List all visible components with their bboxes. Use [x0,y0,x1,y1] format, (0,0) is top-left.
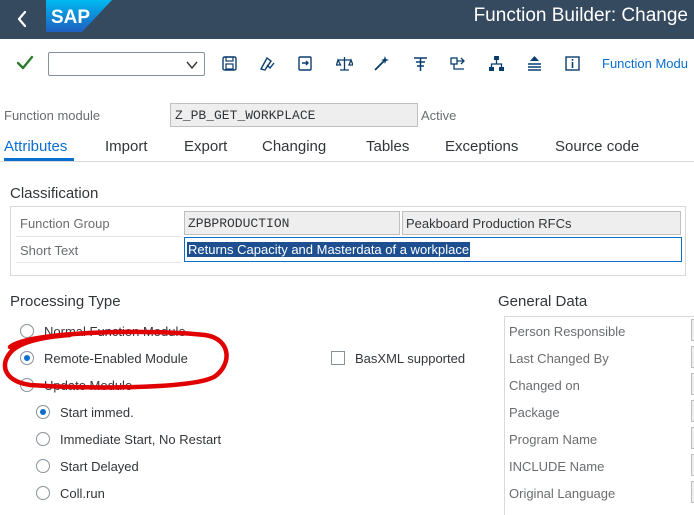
info-icon[interactable] [564,55,581,72]
tab-strip: Attributes Import Export Changing Tables… [0,130,694,162]
short-text-label: Short Text [20,243,79,258]
original-language-label: Original Language [509,486,616,501]
remote-enabled-module-radio[interactable] [20,351,34,365]
general-data-panel: Person Responsible Last Changed By Chang… [504,316,694,515]
start-immediately-label[interactable]: Start immed. [60,405,134,420]
where-used-icon[interactable] [335,55,354,72]
classification-title: Classification [10,185,99,202]
hierarchy-icon[interactable] [488,55,505,72]
status-text: Active [421,108,457,123]
remote-enabled-module-label[interactable]: Remote-Enabled Module [44,351,188,366]
normal-function-module-radio[interactable] [20,324,34,338]
function-module-field[interactable]: Z_PB_GET_WORKPLACE [170,103,418,127]
toolbar: Function Modu [0,39,694,88]
start-delayed-label[interactable]: Start Delayed [60,459,139,474]
function-module-label: Function module [4,108,101,123]
shell-bar: SAP Function Builder: Change [0,0,694,39]
tab-export[interactable]: Export [184,138,227,155]
chevron-down-icon[interactable] [185,58,199,72]
tab-tables[interactable]: Tables [366,138,409,155]
function-group-description: Peakboard Production RFCs [402,211,681,235]
test-icon[interactable] [373,55,390,72]
last-changed-by-label: Last Changed By [509,351,609,366]
display-object-list-icon[interactable] [412,55,429,72]
row-divider [16,236,182,237]
activate-icon[interactable] [297,55,314,72]
person-responsible-label: Person Responsible [509,324,626,339]
short-text-input[interactable]: Returns Capacity and Masterdata of a wor… [184,237,682,262]
tab-attributes[interactable]: Attributes [4,138,67,155]
command-input[interactable] [53,54,183,74]
update-module-label[interactable]: Update Module [44,378,132,393]
tab-import[interactable]: Import [105,138,148,155]
collective-run-label[interactable]: Coll.run [60,486,105,501]
navigate-icon[interactable] [450,55,467,72]
pattern-icon[interactable] [526,55,543,72]
function-module-menu-link[interactable]: Function Modu [602,56,688,71]
check-syntax-icon[interactable] [258,55,275,72]
short-text-value: Returns Capacity and Masterdata of a wor… [185,241,472,258]
start-delayed-radio[interactable] [36,459,50,473]
row-divider [16,262,182,263]
program-name-label: Program Name [509,432,598,447]
page-title: Function Builder: Change [473,5,688,26]
immediate-no-restart-label[interactable]: Immediate Start, No Restart [60,432,221,447]
svg-text:SAP: SAP [51,7,90,28]
tab-source-code[interactable]: Source code [555,138,639,155]
package-label: Package [509,405,560,420]
include-name-label: INCLUDE Name [509,459,605,474]
start-immediately-radio[interactable] [36,405,50,419]
basxml-checkbox[interactable] [331,351,345,365]
sap-logo[interactable]: SAP [46,0,112,32]
general-data-title: General Data [498,293,588,310]
function-group-field[interactable]: ZPBPRODUCTION [184,211,400,235]
function-group-label: Function Group [20,216,110,231]
command-field[interactable] [48,52,205,76]
update-module-radio[interactable] [20,378,34,392]
normal-function-module-label[interactable]: Normal Function Module [44,324,186,339]
checkmark-icon[interactable] [16,54,34,72]
basxml-label[interactable]: BasXML supported [355,351,465,366]
tab-changing[interactable]: Changing [262,138,326,155]
back-icon[interactable] [10,6,36,32]
tab-exceptions[interactable]: Exceptions [445,138,518,155]
save-icon[interactable] [221,55,238,72]
changed-on-label: Changed on [509,378,580,393]
collective-run-radio[interactable] [36,486,50,500]
active-tab-indicator [4,158,74,161]
processing-type-title: Processing Type [10,293,121,310]
immediate-no-restart-radio[interactable] [36,432,50,446]
